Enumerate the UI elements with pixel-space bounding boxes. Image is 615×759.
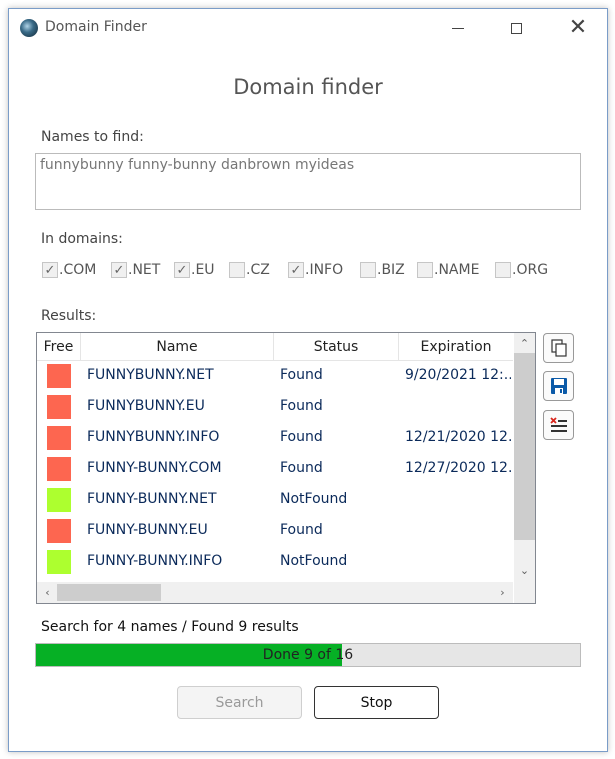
taken-indicator: [47, 364, 71, 388]
domain-option[interactable]: .ORG: [495, 262, 548, 278]
save-icon: [550, 378, 567, 394]
vertical-scrollbar[interactable]: ⌃ ⌄: [514, 333, 535, 582]
row-expiration-cell: 12/27/2020 12...: [405, 460, 511, 476]
domain-checkbox[interactable]: [495, 262, 511, 278]
table-row[interactable]: FUNNY-BUNNY.NET NotFound: [37, 485, 513, 516]
row-expiration-cell: 12/21/2020 12...: [405, 429, 511, 445]
table-row[interactable]: FUNNYBUNNY.NET Found 9/20/2021 12:...: [37, 361, 513, 392]
domain-label: .BIZ: [377, 262, 405, 278]
table-row[interactable]: FUNNY-BUNNY.COM Found 12/27/2020 12...: [37, 454, 513, 485]
domain-option[interactable]: ✓ .COM: [42, 262, 96, 278]
table-row[interactable]: FUNNY-BUNNY.EU Found: [37, 516, 513, 547]
domain-label: .EU: [191, 262, 215, 278]
taken-indicator: [47, 426, 71, 450]
row-name-cell: FUNNY-BUNNY.INFO: [87, 553, 223, 569]
close-icon: ✕: [568, 15, 588, 40]
row-name-cell: FUNNY-BUNNY.NET: [87, 491, 217, 507]
horizontal-scrollbar[interactable]: ‹ ›: [37, 582, 513, 603]
scroll-down-icon[interactable]: ⌄: [514, 562, 535, 579]
row-status-cell: Found: [280, 367, 323, 383]
free-indicator: [47, 550, 71, 574]
page-title: Domain finder: [233, 75, 383, 99]
row-name-cell: FUNNY-BUNNY.EU: [87, 522, 208, 538]
stop-button[interactable]: Stop: [314, 686, 439, 719]
app-window: Domain Finder ✕ Domain finder Names to f…: [8, 8, 608, 752]
domain-checkbox[interactable]: ✓: [174, 262, 190, 278]
domain-option[interactable]: ✓ .NET: [111, 262, 160, 278]
row-name-cell: FUNNYBUNNY.NET: [87, 367, 214, 383]
domain-option[interactable]: .NAME: [417, 262, 479, 278]
row-status-cell: NotFound: [280, 491, 348, 507]
row-status-cell: NotFound: [280, 553, 348, 569]
domain-checkbox[interactable]: ✓: [42, 262, 58, 278]
domain-label: .NET: [128, 262, 161, 278]
copy-button[interactable]: [543, 333, 574, 363]
domain-label: .CZ: [246, 262, 270, 278]
vertical-scroll-thumb[interactable]: [514, 353, 535, 540]
table-row[interactable]: FUNNYBUNNY.INFO Found 12/21/2020 12...: [37, 423, 513, 454]
title-bar: Domain Finder ✕: [9, 9, 607, 47]
row-status-cell: Found: [280, 398, 323, 414]
domain-option[interactable]: ✓ .INFO: [288, 262, 343, 278]
status-text: Search for 4 names / Found 9 results: [41, 619, 299, 635]
free-indicator: [47, 488, 71, 512]
domain-label: .ORG: [512, 262, 549, 278]
clear-list-icon: [549, 417, 567, 432]
maximize-icon: [510, 22, 522, 34]
domain-checkbox[interactable]: ✓: [111, 262, 127, 278]
grid-header: Free Name Status Expiration: [37, 333, 513, 361]
taken-indicator: [47, 457, 71, 481]
progress-text: Done 9 of 16: [262, 647, 354, 663]
column-header-name[interactable]: Name: [81, 333, 274, 360]
minimize-icon: [452, 27, 464, 29]
row-status-cell: Found: [280, 522, 323, 538]
domain-option[interactable]: .CZ: [229, 262, 270, 278]
column-header-status[interactable]: Status: [274, 333, 399, 360]
minimize-button[interactable]: [429, 9, 487, 47]
domain-checkbox[interactable]: ✓: [288, 262, 304, 278]
scroll-left-icon[interactable]: ‹: [39, 584, 56, 601]
close-button[interactable]: ✕: [549, 9, 607, 47]
search-button[interactable]: Search: [177, 686, 302, 719]
column-header-expiration[interactable]: Expiration: [399, 333, 513, 360]
names-label: Names to find:: [41, 129, 144, 145]
progress-bar: Done 9 of 16: [35, 643, 581, 667]
results-label: Results:: [41, 308, 97, 324]
domain-label: .INFO: [305, 262, 344, 278]
domains-label: In domains:: [41, 231, 123, 247]
table-row[interactable]: FUNNY-BUNNY.INFO NotFound: [37, 547, 513, 578]
table-row[interactable]: FUNNYBUNNY.EU Found: [37, 392, 513, 423]
copy-icon: [550, 339, 567, 357]
domain-option[interactable]: ✓ .EU: [174, 262, 215, 278]
row-name-cell: FUNNY-BUNNY.COM: [87, 460, 222, 476]
taken-indicator: [47, 519, 71, 543]
domain-option[interactable]: .BIZ: [360, 262, 405, 278]
domain-checkbox[interactable]: [229, 262, 245, 278]
domain-checkbox[interactable]: [360, 262, 376, 278]
save-button[interactable]: [543, 371, 574, 401]
row-status-cell: Found: [280, 460, 323, 476]
row-name-cell: FUNNYBUNNY.EU: [87, 398, 205, 414]
results-grid[interactable]: Free Name Status Expiration FUNNYBUNNY.N…: [36, 332, 536, 604]
names-input[interactable]: funnybunny funny-bunny danbrown myideas: [35, 153, 581, 210]
clear-list-button[interactable]: [543, 410, 574, 440]
domain-label: .NAME: [434, 262, 480, 278]
row-status-cell: Found: [280, 429, 323, 445]
domain-checkbox[interactable]: [417, 262, 433, 278]
scroll-corner: [514, 582, 535, 603]
domain-label: .COM: [59, 262, 97, 278]
scroll-up-icon[interactable]: ⌃: [514, 335, 535, 352]
row-expiration-cell: 9/20/2021 12:...: [405, 367, 511, 383]
scroll-right-icon[interactable]: ›: [494, 584, 511, 601]
row-name-cell: FUNNYBUNNY.INFO: [87, 429, 220, 445]
window-title: Domain Finder: [45, 19, 147, 35]
taken-indicator: [47, 395, 71, 419]
column-header-free[interactable]: Free: [37, 333, 81, 360]
app-globe-icon: [20, 19, 38, 37]
maximize-button[interactable]: [487, 9, 545, 47]
horizontal-scroll-thumb[interactable]: [57, 584, 161, 601]
